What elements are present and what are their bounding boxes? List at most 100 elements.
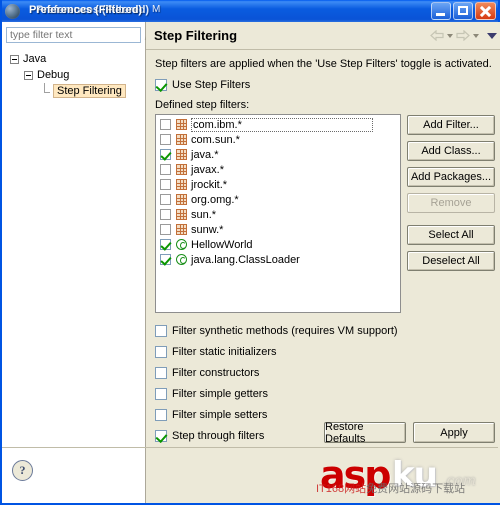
list-item-checkbox[interactable]	[160, 254, 171, 265]
list-item[interactable]: java.*	[156, 147, 400, 162]
list-item[interactable]: sun.*	[156, 207, 400, 222]
window-title-text: Preferences (Filtered)	[29, 4, 143, 16]
tree-item-label: Java	[23, 53, 47, 65]
chevron-down-icon[interactable]	[473, 33, 479, 38]
app-sphere-icon	[5, 3, 20, 19]
list-item[interactable]: java.lang.ClassLoader	[156, 252, 400, 267]
list-item-checkbox[interactable]	[160, 179, 171, 190]
search-input[interactable]	[10, 29, 145, 41]
window-body: Java Debug Step Filtering Step Filtering	[2, 22, 500, 503]
view-menu-icon[interactable]	[487, 32, 497, 39]
list-item-checkbox[interactable]	[160, 194, 171, 205]
pane-description: Step filters are applied when the 'Use S…	[155, 58, 492, 70]
forward-arrow-icon[interactable]	[456, 30, 470, 41]
preferences-window: Preferences (Filtered) Preferences (Filt…	[0, 0, 500, 505]
option-filter-static-initializers[interactable]: Filter static initializers	[155, 344, 495, 360]
option-label: Filter simple getters	[172, 388, 268, 400]
option-filter-simple-getters[interactable]: Filter simple getters	[155, 386, 495, 402]
filter-box[interactable]	[6, 27, 145, 43]
list-item[interactable]: HellowWorld	[156, 237, 400, 252]
list-item-label: sun.*	[191, 208, 217, 221]
list-item-checkbox[interactable]	[160, 239, 171, 250]
list-item[interactable]: org.omg.*	[156, 192, 400, 207]
add-packages-button[interactable]: Add Packages...	[407, 167, 495, 187]
tree-item-label: Step Filtering	[53, 84, 126, 98]
list-item-checkbox[interactable]	[160, 119, 171, 130]
list-item[interactable]: sunw.*	[156, 222, 400, 237]
pane-nav	[430, 30, 497, 41]
list-item-checkbox[interactable]	[160, 149, 171, 160]
package-icon	[176, 209, 187, 220]
use-step-filters-checkbox[interactable]	[155, 79, 167, 91]
add-class-button[interactable]: Add Class...	[407, 141, 495, 161]
list-item-checkbox[interactable]	[160, 209, 171, 220]
option-checkbox[interactable]	[155, 409, 167, 421]
tree-item-debug[interactable]: Debug	[8, 67, 145, 83]
window-title: Preferences (Filtered) Preferences (Filt…	[24, 3, 431, 19]
collapse-icon[interactable]	[24, 70, 33, 80]
close-button[interactable]	[475, 2, 496, 20]
tree-item-label: Debug	[37, 69, 70, 81]
list-item-checkbox[interactable]	[160, 224, 171, 235]
back-arrow-icon[interactable]	[430, 30, 444, 41]
list-item-label: javax.*	[191, 163, 225, 176]
list-item[interactable]: javax.*	[156, 162, 400, 177]
class-icon	[176, 254, 187, 265]
use-step-filters-row[interactable]: Use Step Filters	[155, 77, 495, 93]
maximize-button[interactable]	[453, 2, 473, 20]
preferences-sidebar: Java Debug Step Filtering	[2, 22, 146, 503]
filter-area	[2, 22, 145, 43]
package-icon	[176, 194, 187, 205]
option-filter-synthetic-methods[interactable]: Filter synthetic methods (requires VM su…	[155, 323, 495, 339]
list-item-label: java.lang.ClassLoader	[191, 253, 300, 266]
option-filter-constructors[interactable]: Filter constructors	[155, 365, 495, 381]
tree-line-icon	[40, 82, 50, 96]
apply-button[interactable]: Apply	[413, 422, 495, 443]
select-all-button[interactable]: Select All	[407, 225, 495, 245]
option-checkbox[interactable]	[155, 388, 167, 400]
pane-content: Step filters are applied when the 'Use S…	[146, 50, 500, 444]
list-item-label: sunw.*	[191, 223, 224, 236]
option-label: Filter synthetic methods (requires VM su…	[172, 325, 398, 337]
option-label: Step through filters	[172, 430, 265, 442]
tree-item-java[interactable]: Java	[8, 51, 145, 67]
option-label: Filter constructors	[172, 367, 260, 379]
list-item-label: com.sun.*	[191, 133, 240, 146]
option-label: Filter static initializers	[172, 346, 277, 358]
list-item-label: org.omg.*	[191, 193, 239, 206]
tree-item-step-filtering[interactable]: Step Filtering	[8, 82, 145, 99]
window-controls	[431, 2, 496, 20]
step-filtering-pane: Step Filtering Step filters are applied …	[146, 22, 500, 503]
pane-header: Step Filtering	[146, 22, 500, 50]
preferences-tree: Java Debug Step Filtering	[2, 43, 145, 99]
option-checkbox[interactable]	[155, 430, 167, 442]
title-bar: Preferences (Filtered) Preferences (Filt…	[2, 0, 498, 22]
collapse-icon[interactable]	[10, 54, 19, 64]
list-item-label: com.ibm.*	[191, 117, 373, 132]
list-item[interactable]: jrockit.*	[156, 177, 400, 192]
package-icon	[176, 149, 187, 160]
class-icon	[176, 239, 187, 250]
dialog-actions: Restore Defaults Apply	[324, 421, 495, 445]
restore-defaults-button[interactable]: Restore Defaults	[324, 421, 406, 445]
defined-filters-list[interactable]: com.ibm.* com.sun.* java.* javax.* jrock…	[155, 114, 401, 313]
add-filter-button[interactable]: Add Filter...	[407, 115, 495, 135]
package-icon	[176, 224, 187, 235]
chevron-down-icon[interactable]	[447, 33, 453, 38]
package-icon	[176, 119, 187, 130]
minimize-button[interactable]	[431, 2, 451, 20]
option-checkbox[interactable]	[155, 346, 167, 358]
option-checkbox[interactable]	[155, 325, 167, 337]
list-item[interactable]: com.sun.*	[156, 132, 400, 147]
list-item-label: HellowWorld	[191, 238, 253, 251]
defined-filters-label: Defined step filters:	[155, 99, 250, 111]
deselect-all-button[interactable]: Deselect All	[407, 251, 495, 271]
list-item[interactable]: com.ibm.*	[156, 117, 400, 132]
option-checkbox[interactable]	[155, 367, 167, 379]
list-item-checkbox[interactable]	[160, 164, 171, 175]
help-question-icon[interactable]: ?	[12, 460, 33, 481]
list-item-label: jrockit.*	[191, 178, 228, 191]
list-item-checkbox[interactable]	[160, 134, 171, 145]
use-step-filters-label: Use Step Filters	[172, 79, 251, 91]
footer-divider	[2, 447, 498, 448]
